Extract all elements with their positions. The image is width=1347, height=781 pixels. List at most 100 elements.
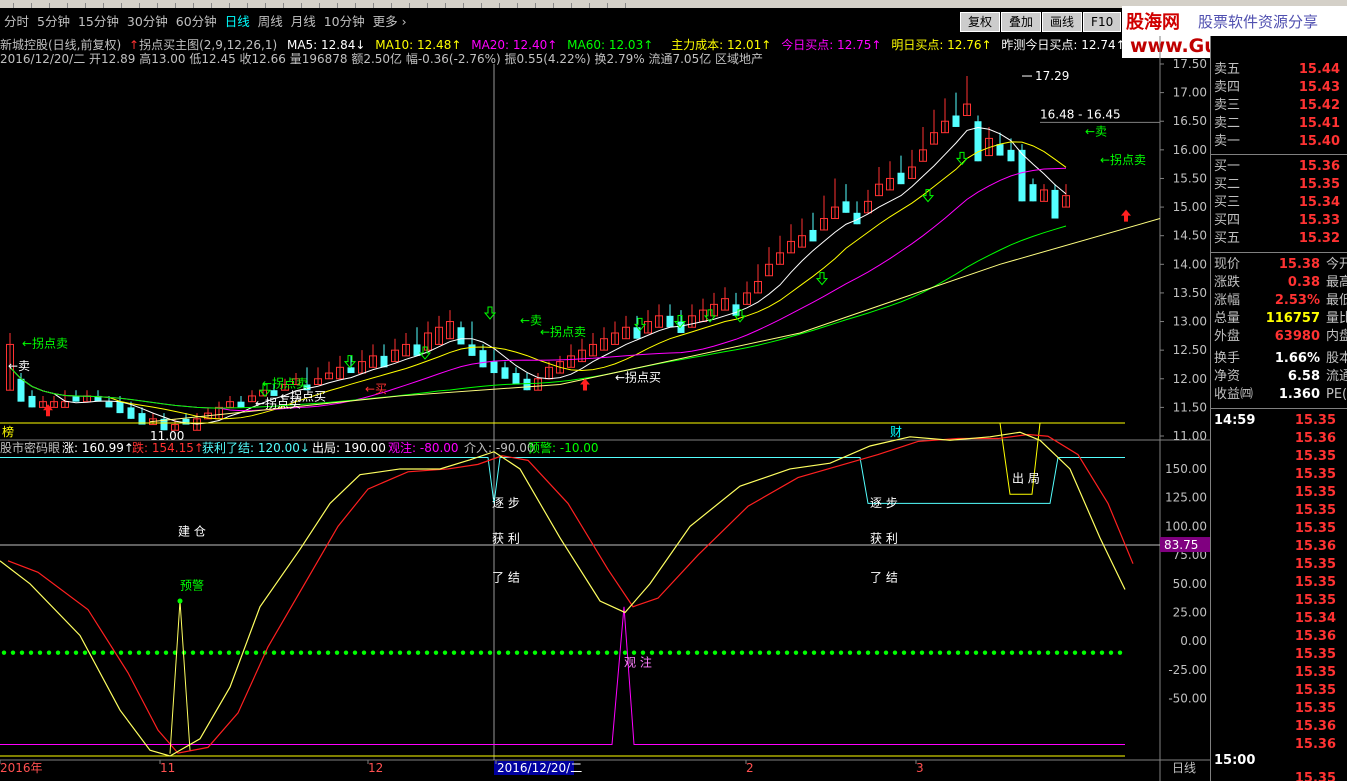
warn-dot	[802, 650, 808, 655]
price-axis-tick: 14.50	[1173, 229, 1207, 243]
price-axis-tick: 17.00	[1173, 86, 1207, 100]
warn-dot	[433, 650, 439, 655]
candle-body	[28, 395, 36, 408]
candle-body	[479, 350, 487, 368]
warn-dot	[55, 650, 61, 655]
tick-price: 15.36	[1294, 629, 1336, 644]
warn-dot	[1081, 650, 1087, 655]
ask-row: 卖四 15.43	[1211, 79, 1347, 97]
sub-axis-tick: 50.00	[1173, 577, 1207, 591]
watch-label: 观 注	[624, 654, 652, 669]
warn-dot	[712, 650, 718, 655]
buy-arrow-icon	[1121, 209, 1131, 222]
period-tab[interactable]: 日线	[221, 8, 254, 36]
warn-dot	[685, 650, 691, 655]
last-tick: 15.35	[1294, 771, 1336, 781]
period-tab[interactable]: 5分钟	[33, 8, 74, 36]
quote-label: 买四	[1214, 213, 1241, 228]
period-tab[interactable]: 30分钟	[123, 8, 172, 36]
tick-row: 15.35	[1211, 502, 1347, 520]
quote-label: 收益㈣	[1214, 387, 1254, 402]
sell-signal-label: ←卖	[8, 359, 30, 373]
tick-row: 15.36	[1211, 538, 1347, 556]
warn-dot	[964, 650, 970, 655]
turn-buy-label: ←拐点买	[280, 389, 326, 404]
warn-dot	[127, 650, 133, 655]
quote-value: 15.42	[1298, 98, 1340, 113]
candle-body	[182, 418, 190, 425]
stat-row: 净资 6.58 流通	[1211, 368, 1347, 386]
price-axis-tick: 13.50	[1173, 286, 1207, 300]
warn-dot	[1108, 650, 1114, 655]
warn-dot	[523, 650, 529, 655]
warn-dot	[73, 650, 79, 655]
price-axis-tick: 15.00	[1173, 200, 1207, 214]
toolbar-button[interactable]: 画线	[1042, 12, 1083, 32]
warn-dot	[289, 650, 295, 655]
quote-label: 卖五	[1214, 62, 1241, 77]
warn-dot	[109, 650, 115, 655]
warn-dot	[496, 650, 502, 655]
period-tab[interactable]: 15分钟	[74, 8, 123, 36]
warn-dot	[397, 650, 403, 655]
warn-dot	[1054, 650, 1060, 655]
quote-label: 买二	[1214, 177, 1241, 192]
warn-dot	[163, 650, 169, 655]
quote-value: 1.360	[1278, 387, 1320, 402]
period-tab[interactable]: 分时	[0, 8, 33, 36]
warn-dot	[559, 650, 565, 655]
candle-body	[897, 172, 905, 185]
quote-value: 15.34	[1298, 195, 1340, 210]
warn-dot	[748, 650, 754, 655]
close-time: 15:00	[1214, 753, 1256, 768]
period-tab[interactable]: 60分钟	[172, 8, 221, 36]
warn-dot	[37, 650, 43, 655]
quote-ext-label: PE(	[1326, 387, 1347, 402]
sell-arrow-icon	[343, 355, 357, 369]
period-tab[interactable]: 10分钟	[320, 8, 369, 36]
period-tab[interactable]: 周线	[254, 8, 287, 36]
toolbar-button[interactable]: 复权	[960, 12, 1001, 32]
period-tab[interactable]: 月线	[287, 8, 320, 36]
quote-value: 63980	[1274, 329, 1320, 344]
warn-dot	[136, 650, 142, 655]
warn-dot	[190, 650, 196, 655]
rise-curve	[0, 431, 1126, 757]
bang-marker: 榜	[2, 424, 14, 439]
warn-dot	[208, 650, 214, 655]
quote-label: 现价	[1214, 257, 1241, 272]
warn-dot	[829, 650, 835, 655]
bid-row: 买五 15.32	[1211, 230, 1347, 248]
warn-dot	[307, 650, 313, 655]
toolbar-button[interactable]: F10	[1083, 12, 1122, 32]
warn-dot	[1099, 650, 1105, 655]
tick-row: 15.36	[1211, 430, 1347, 448]
warn-dot	[532, 650, 538, 655]
quote-label: 涨幅	[1214, 293, 1241, 308]
warn-dot	[676, 650, 682, 655]
sell-signal-label: ←卖	[520, 313, 542, 327]
warn-dot	[622, 650, 628, 655]
warn-dot	[640, 650, 646, 655]
price-axis-tick: 15.50	[1173, 171, 1207, 185]
quote-value: 15.41	[1298, 116, 1340, 131]
warn-dot	[334, 650, 340, 655]
candle-body	[468, 344, 476, 356]
warning-label: 预警	[180, 578, 204, 593]
x-axis-label: 2	[746, 761, 754, 775]
logo-brand: 股海网	[1125, 11, 1180, 33]
tick-price: 15.35	[1294, 557, 1336, 572]
warn-dot	[253, 650, 259, 655]
warn-dot	[820, 650, 826, 655]
toolbar-button[interactable]: 叠加	[1001, 12, 1042, 32]
warn-dot	[613, 650, 619, 655]
warn-dot	[325, 650, 331, 655]
warn-dot	[424, 650, 430, 655]
kline-chart[interactable]: 17.50 17.00 16.50 16.00 15.50 15.00 14.50 14.00…	[0, 36, 1210, 781]
period-tab[interactable]: 更多 ›	[369, 8, 411, 36]
warn-dot	[1063, 650, 1069, 655]
tick-price: 15.35	[1294, 593, 1336, 608]
warn-dot	[586, 650, 592, 655]
tick-price: 15.35	[1294, 683, 1336, 698]
warn-dot	[379, 650, 385, 655]
